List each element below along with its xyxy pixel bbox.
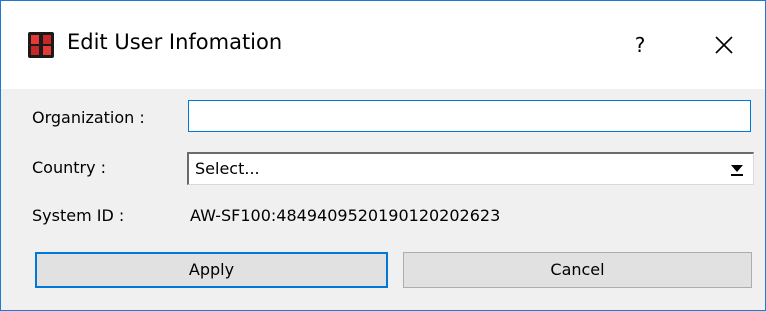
close-button[interactable] xyxy=(706,27,742,63)
organization-label: Organization : xyxy=(32,108,145,127)
cancel-button[interactable]: Cancel xyxy=(403,252,752,288)
edit-user-dialog: Edit User Infomation ? Organization : Co… xyxy=(0,0,766,311)
organization-input[interactable] xyxy=(188,100,751,132)
apply-button[interactable]: Apply xyxy=(35,252,388,288)
help-button[interactable]: ? xyxy=(613,17,667,73)
country-select[interactable]: Select... xyxy=(187,152,754,185)
title-bar: Edit User Infomation ? xyxy=(1,1,765,89)
dialog-title: Edit User Infomation xyxy=(67,30,283,54)
country-label: Country : xyxy=(32,158,107,177)
close-icon xyxy=(715,36,733,54)
country-selected-value: Select... xyxy=(195,159,260,178)
dropdown-arrow-icon xyxy=(731,165,743,176)
system-id-label: System ID : xyxy=(32,206,125,225)
app-logo-icon xyxy=(28,32,54,58)
system-id-value: AW-SF100:4849409520190120202623 xyxy=(190,206,501,225)
